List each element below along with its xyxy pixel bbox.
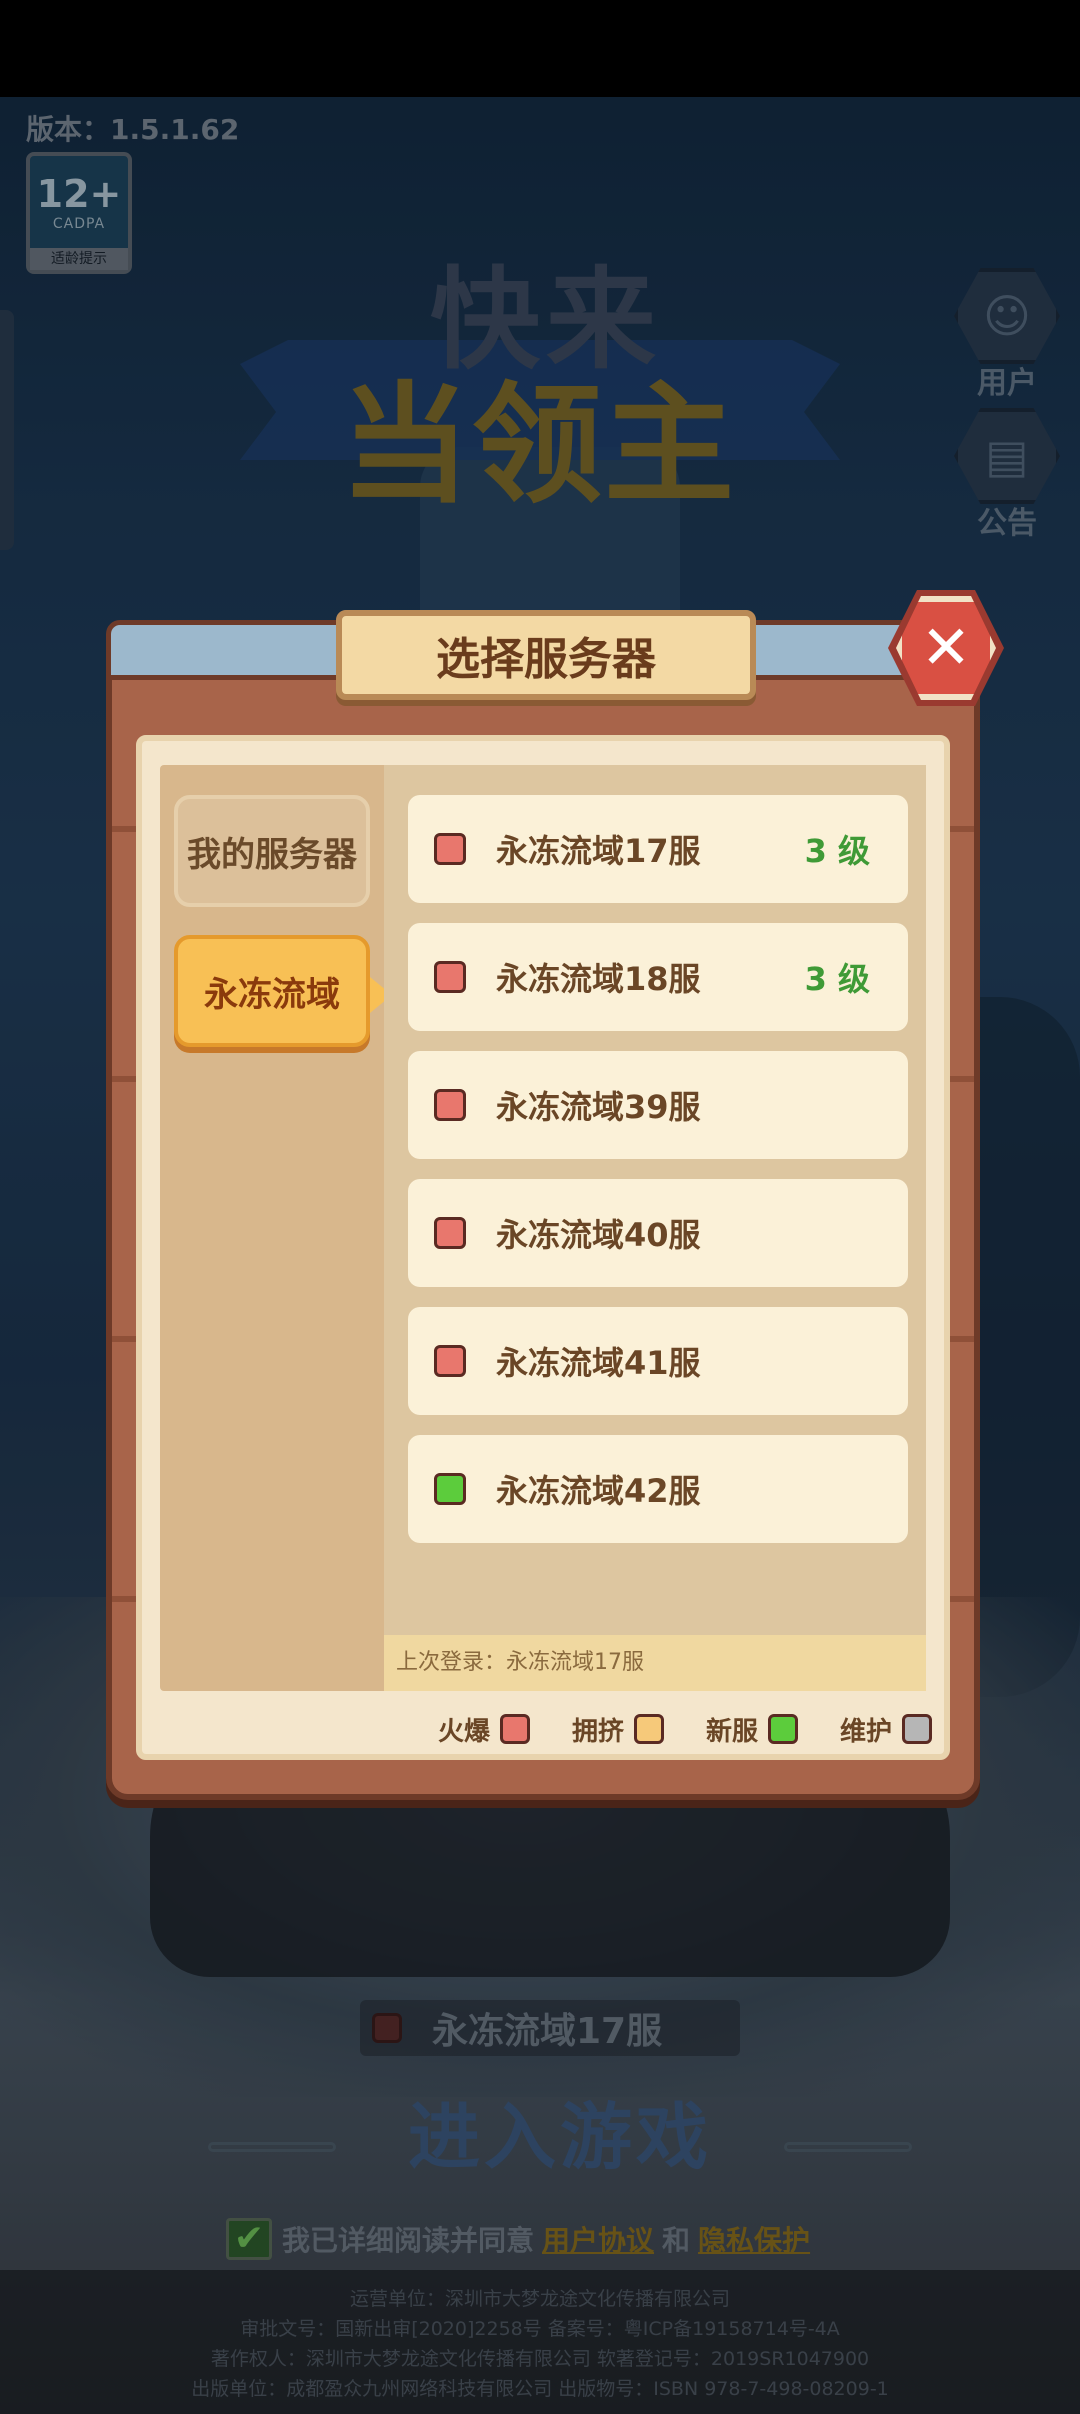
legend-swatch [633, 1714, 664, 1744]
legend-swatch [902, 1714, 932, 1744]
server-name: 永冻流域42服 [496, 1472, 701, 1510]
server-status-icon [434, 961, 466, 993]
dialog-title-plate: 选择服务器 [336, 610, 756, 700]
server-item[interactable]: 永冻流域42服 [408, 1435, 908, 1543]
server-name: 永冻流域18服 [496, 960, 701, 998]
server-item[interactable]: 永冻流域17服 3 级 [408, 795, 908, 903]
dialog-title: 选择服务器 [436, 634, 656, 685]
dialog-content: 我的服务器 永冻流域 永冻流域17服 3 级 永冻流域18服 3 级 永冻流域3… [136, 735, 950, 1760]
server-status-icon [434, 1217, 466, 1249]
last-login-text: 上次登录：永冻流域17服 [384, 1635, 926, 1691]
server-name: 永冻流域41服 [496, 1344, 701, 1382]
legend-swatch [499, 1714, 530, 1744]
server-item[interactable]: 永冻流域39服 [408, 1051, 908, 1159]
legend-label: 火爆 [437, 1716, 490, 1747]
legend-item-crowded: 拥挤 [572, 1711, 664, 1748]
server-item[interactable]: 永冻流域41服 [408, 1307, 908, 1415]
legend-label: 新服 [705, 1716, 758, 1747]
close-icon: ✕ [920, 613, 972, 683]
server-level: 3 级 [804, 832, 870, 870]
legend-label: 维护 [839, 1716, 892, 1747]
server-level: 3 级 [804, 960, 870, 998]
server-item[interactable]: 永冻流域40服 [408, 1179, 908, 1287]
legend-item-new: 新服 [706, 1711, 798, 1748]
server-status-icon [434, 1473, 466, 1505]
legend-label: 拥挤 [571, 1716, 624, 1747]
server-status-icon [434, 833, 466, 865]
server-select-dialog: 选择服务器 ✕ 我的服务器 永冻流域 永冻流域17服 3 级 永冻流域18服 3… [106, 590, 1004, 1800]
legend-item-maintenance: 维护 [840, 1711, 932, 1748]
server-name: 永冻流域40服 [496, 1216, 701, 1254]
tab-my-servers[interactable]: 我的服务器 [174, 795, 370, 907]
legend-swatch [767, 1714, 798, 1744]
server-status-icon [434, 1089, 466, 1121]
server-list: 永冻流域17服 3 级 永冻流域18服 3 级 永冻流域39服 永冻流域40服 … [384, 765, 926, 1691]
legend-item-hot: 火爆 [438, 1711, 530, 1748]
server-name: 永冻流域39服 [496, 1088, 701, 1126]
server-status-icon [434, 1345, 466, 1377]
server-name: 永冻流域17服 [496, 832, 701, 870]
server-item[interactable]: 永冻流域18服 3 级 [408, 923, 908, 1031]
status-bar [0, 0, 1080, 97]
region-sidebar: 我的服务器 永冻流域 [160, 765, 392, 1691]
status-legend: 火爆 拥挤 新服 维护 [142, 1699, 956, 1759]
tab-region-active[interactable]: 永冻流域 [174, 935, 392, 1047]
